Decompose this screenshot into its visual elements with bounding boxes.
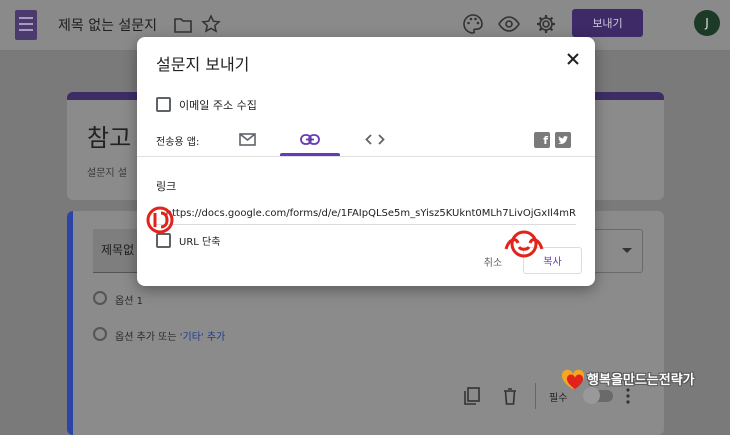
option-label[interactable]: 옵션 1 (115, 292, 143, 307)
embed-code-icon[interactable] (357, 125, 393, 155)
radio-icon (93, 291, 107, 305)
watermark-text: 행복을만드는전략가 (587, 373, 695, 388)
star-icon[interactable] (201, 14, 221, 34)
annotation-marker-1 (146, 206, 174, 234)
annotation-marker-2 (504, 230, 544, 258)
forms-logo-icon[interactable] (15, 10, 37, 40)
duplicate-icon[interactable] (463, 387, 481, 405)
close-icon[interactable] (564, 50, 582, 68)
email-icon[interactable] (229, 125, 265, 155)
preview-eye-icon[interactable] (498, 13, 520, 35)
link-url-field[interactable]: https://docs.google.com/forms/d/e/1FAIpQ… (156, 205, 576, 225)
collect-email-label[interactable]: 이메일 주소 수집 (179, 97, 257, 113)
twitter-icon[interactable] (555, 132, 571, 148)
account-avatar[interactable]: J (694, 10, 720, 36)
link-url-text[interactable]: https://docs.google.com/forms/d/e/1FAIpQ… (166, 205, 576, 223)
watermark: 행복을만드는전략가 (560, 367, 720, 391)
dialog-divider (137, 156, 595, 157)
collect-email-checkbox[interactable] (156, 97, 171, 112)
chevron-down-icon (622, 248, 632, 253)
add-other-link[interactable]: '기타' 추가 (180, 332, 225, 343)
send-via-label: 전송용 앱: (156, 137, 200, 148)
or-text: 또는 (158, 332, 177, 343)
required-label: 필수 (549, 393, 568, 404)
dialog-title: 설문지 보내기 (156, 55, 250, 74)
document-title[interactable]: 제목 없는 설문지 (58, 15, 157, 35)
shorten-url-label[interactable]: URL 단축 (179, 233, 220, 248)
form-description[interactable]: 설문지 설 (87, 164, 127, 179)
footer-divider (535, 383, 536, 409)
link-section-label: 링크 (156, 180, 177, 193)
required-toggle[interactable] (583, 387, 613, 404)
add-option-link[interactable]: 옵션 추가 (115, 332, 155, 343)
palette-icon[interactable] (462, 13, 484, 35)
folder-icon[interactable] (174, 17, 192, 33)
delete-icon[interactable] (501, 387, 519, 405)
send-button[interactable]: 보내기 (572, 9, 643, 37)
link-icon[interactable] (280, 125, 340, 155)
facebook-icon[interactable]: f (534, 132, 550, 148)
radio-icon (93, 327, 107, 341)
settings-gear-icon[interactable] (535, 13, 557, 35)
form-title[interactable]: 참고 (87, 118, 131, 153)
heart-icon (561, 369, 585, 389)
shorten-url-checkbox[interactable] (156, 233, 171, 248)
